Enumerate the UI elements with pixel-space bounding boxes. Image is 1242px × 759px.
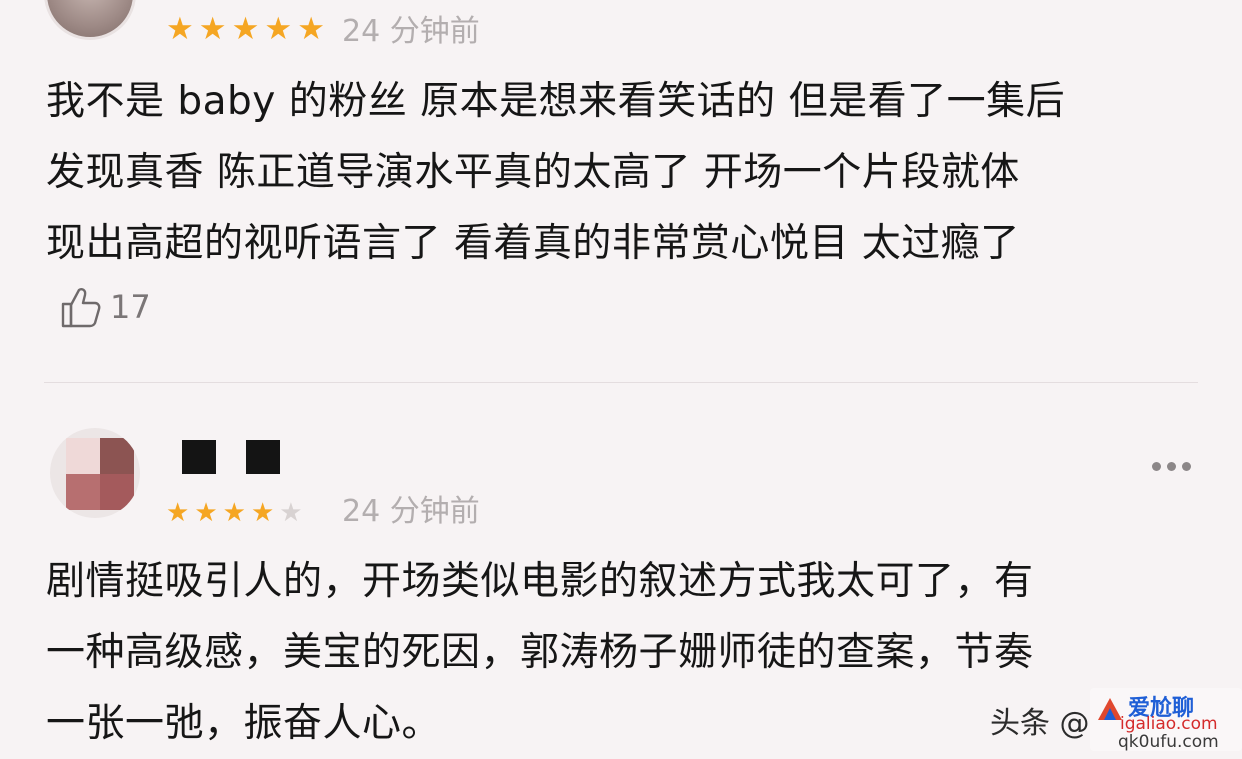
thumbs-up-icon [61, 288, 101, 328]
censor-block [182, 440, 216, 474]
avatar-pixel [100, 438, 134, 474]
comment-line: 我不是 baby 的粉丝 原本是想来看笑话的 但是看了一集后 [46, 79, 1066, 124]
comment-timestamp: 24 分钟前 [342, 494, 480, 529]
comment-line: 发现真香 陈正道导演水平真的太高了 开场一个片段就体 [46, 150, 1020, 195]
comment-timestamp: 24 分钟前 [342, 14, 480, 49]
like-button[interactable]: 17 [58, 284, 151, 330]
divider [44, 382, 1198, 383]
user-avatar[interactable] [44, 0, 136, 40]
watermark-text: 头条 @ [990, 706, 1090, 741]
comment-line: 一种高级感，美宝的死因，郭涛杨子姗师徒的查案，节奏 [46, 630, 1034, 675]
rating-stars: ★ ★ ★ ★ ★ [166, 14, 325, 45]
censor-block [246, 440, 280, 474]
star-icon: ★ [166, 498, 190, 528]
comment-line: 剧情挺吸引人的，开场类似电影的叙述方式我太可了，有 [46, 559, 1034, 604]
star-icon: ★ [231, 11, 260, 47]
rating-stars: ★ ★ ★ ★ ★ [166, 500, 303, 526]
more-dot-icon [1167, 462, 1176, 471]
star-icon: ★ [166, 11, 194, 47]
star-icon: ★ [198, 11, 227, 47]
avatar-pixel [100, 474, 134, 510]
star-icon: ★ [250, 498, 275, 528]
watermark-logo-url: igaliao.com [1120, 714, 1218, 734]
avatar-pixel [66, 474, 100, 510]
comment-line: 现出高超的视听语言了 看着真的非常赏心悦目 太过瘾了 [46, 221, 1020, 266]
avatar-pixel [66, 438, 100, 474]
comment-text: 我不是 baby 的粉丝 原本是想来看笑话的 但是看了一集后 发现真香 陈正道导… [46, 66, 1206, 279]
more-options-button[interactable] [1152, 462, 1191, 471]
username-censored[interactable] [182, 440, 280, 474]
star-empty-icon: ★ [279, 498, 303, 528]
like-count: 17 [110, 288, 151, 326]
star-icon: ★ [264, 11, 293, 47]
star-icon: ★ [194, 498, 218, 528]
user-avatar[interactable] [50, 428, 140, 518]
watermark-logo-url-2: qk0ufu.com [1118, 732, 1219, 752]
star-icon: ★ [222, 498, 246, 528]
star-icon: ★ [297, 11, 325, 47]
more-dot-icon [1182, 462, 1191, 471]
more-dot-icon [1152, 462, 1161, 471]
